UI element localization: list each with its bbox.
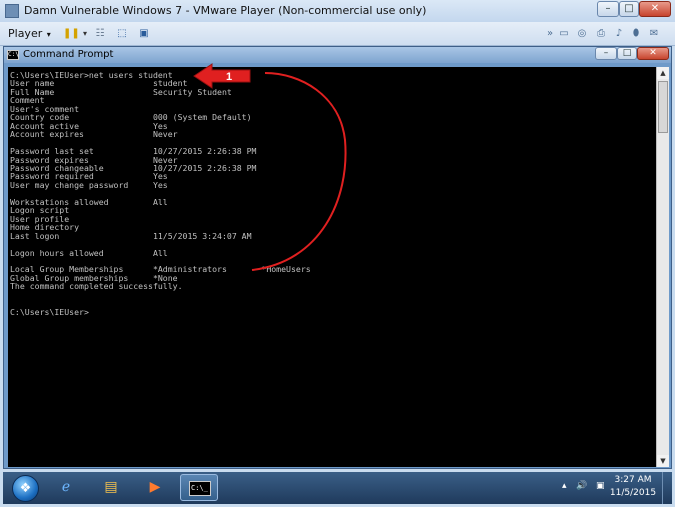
annotation-overlay: 1 — [193, 63, 347, 271]
vmware-player-window: Damn Vulnerable Windows 7 - VMware Playe… — [0, 0, 675, 507]
command-prompt-icon: C:\_ — [189, 481, 211, 496]
folder-icon[interactable]: ▤ — [92, 474, 130, 501]
show-desktop-button[interactable] — [662, 472, 672, 504]
annotation-connector — [251, 72, 347, 271]
clock-date[interactable]: 11/5/2015 — [607, 488, 659, 498]
chevron-up-icon[interactable]: ▴ — [562, 481, 567, 491]
windows-start-icon[interactable]: ❖ — [12, 475, 39, 502]
network-tray-icon[interactable]: ▣ — [596, 481, 605, 491]
volume-icon[interactable]: 🔊 — [576, 481, 587, 491]
annotation-arrow-icon — [193, 63, 251, 89]
internet-explorer-icon[interactable]: ℯ — [47, 474, 85, 501]
media-player-icon[interactable]: ▶ — [136, 474, 174, 501]
taskbar: ❖ ℯ ▤ ▶ C:\_ ▴ 🔊 ▣ 3:27 AM 11/5/2015 — [3, 472, 672, 504]
taskbar-cmd-button[interactable]: C:\_ — [180, 474, 218, 501]
clock-time[interactable]: 3:27 AM — [607, 475, 659, 485]
annotation-step-number: 1 — [226, 71, 232, 83]
